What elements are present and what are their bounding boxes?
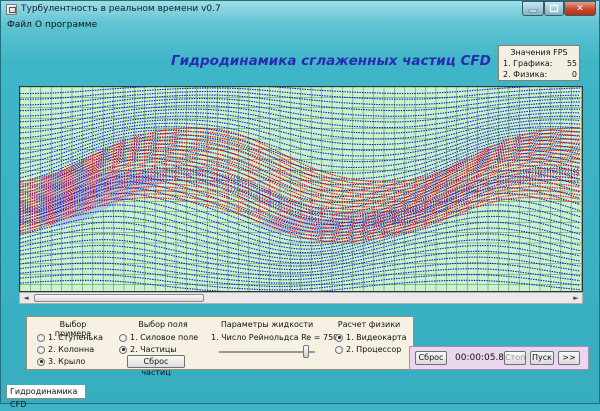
radio-selected-icon [119,345,127,354]
title-bar[interactable]: Турбулентность в реальном времени v0.7 ✕ [1,1,600,19]
scrollbar-thumb[interactable] [34,294,204,302]
page-title: Гидродинамика сглаженных частиц CFD [171,53,491,69]
option-label: 2. Частицы [130,345,177,354]
fluid-heading: Параметры жидкости [220,320,314,329]
fps-graphics-value: 55 [566,59,577,68]
reynolds-slider-track[interactable] [219,351,315,353]
physics-option-cpu[interactable]: 2. Процессор [335,345,401,354]
timer-panel: Сброс 00:00:05.84 Стоп Пуск >> [409,346,589,370]
simulation-view[interactable] [19,86,583,292]
fps-physics-value: 0 [571,70,577,79]
reynolds-slider-thumb[interactable] [303,345,309,358]
reset-particles-button[interactable]: Сброс частиц [127,355,185,377]
control-panel: Выбор примера 1. Ступенька 2. Колонна 3.… [26,316,414,377]
fps-title: Значения FPS [510,48,568,57]
radio-icon [119,333,127,342]
option-label: 3. Крыло [48,357,86,366]
tab-cfd[interactable]: Гидродинамика CFD [6,385,86,409]
horizontal-scrollbar[interactable]: ◄ ► [19,292,583,304]
minimize-button[interactable] [522,1,544,16]
example-option-wing[interactable]: 3. Крыло [37,357,85,366]
field-heading: Выбор поля [138,320,188,329]
example-option-column[interactable]: 2. Колонна [37,345,94,354]
close-icon: ✕ [576,3,584,14]
option-label: 2. Процессор [346,345,402,354]
physics-heading: Расчет физики [337,320,401,329]
close-button[interactable]: ✕ [564,1,596,16]
radio-icon [37,333,45,342]
option-label: 2. Колонна [48,345,95,354]
elapsed-time: 00:00:05.84 [455,353,510,363]
radio-selected-icon [37,357,45,366]
menu-bar: Файл О программе [5,19,595,33]
fps-physics-label: 2. Физика: [503,70,548,79]
client-area: Гидродинамика сглаженных частиц CFD Знач… [6,33,594,385]
example-option-step[interactable]: 1. Ступенька [37,333,103,342]
reset-button[interactable]: Сброс [415,351,447,365]
option-label: 1. Ступенька [48,333,103,342]
fps-graphics-label: 1. Графика: [503,59,553,68]
menu-about[interactable]: О программе [35,20,97,30]
particle-field [20,87,582,291]
fps-graphics-row: 1. Графика: 55 [503,59,577,68]
physics-option-gpu[interactable]: 1. Видеокарта [335,333,407,342]
reynolds-label: 1. Число Рейнольдса Re = 750 [211,333,339,342]
menu-file[interactable]: Файл [7,20,32,30]
step-button[interactable]: >> [558,351,580,365]
field-option-force[interactable]: 1. Силовое поле [119,333,198,342]
field-option-particles[interactable]: 2. Частицы [119,345,177,354]
fps-physics-row: 2. Физика: 0 [503,70,577,79]
tab-strip: Гидродинамика CFD [6,385,594,409]
app-icon [6,4,17,15]
minimize-icon [528,9,538,12]
maximize-icon [549,4,559,13]
stop-button[interactable]: Стоп [504,351,526,365]
scroll-left-icon[interactable]: ◄ [20,293,32,303]
window-title: Турбулентность в реальном времени v0.7 [21,4,221,14]
maximize-button[interactable] [544,1,564,16]
radio-icon [335,345,343,354]
start-button[interactable]: Пуск [530,351,554,365]
app-window: Турбулентность в реальном времени v0.7 ✕… [0,0,600,409]
option-label: 1. Силовое поле [130,333,199,342]
scroll-right-icon[interactable]: ► [570,293,582,303]
fps-panel: Значения FPS 1. Графика: 55 2. Физика: 0 [498,45,580,81]
radio-selected-icon [335,333,343,342]
option-label: 1. Видеокарта [346,333,407,342]
radio-icon [37,345,45,354]
